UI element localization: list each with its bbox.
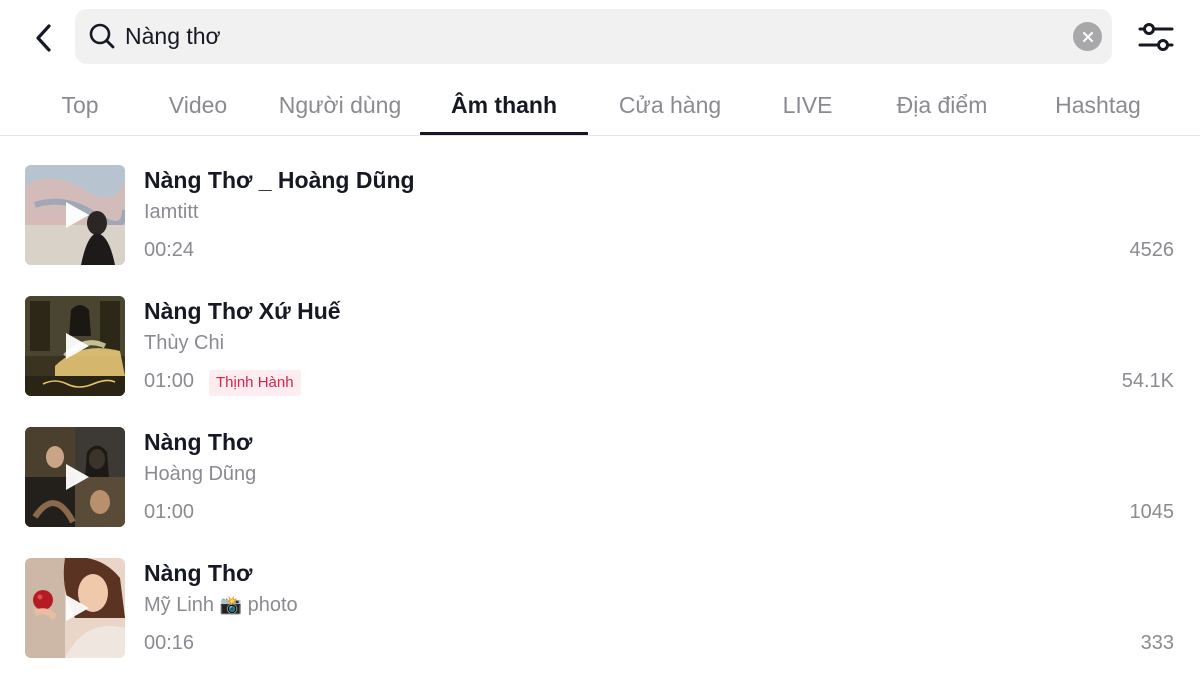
sound-artist: Hoàng Dũng: [144, 463, 257, 485]
play-icon: [66, 595, 89, 621]
sound-duration: 01:00: [144, 370, 195, 392]
active-tab-indicator: [420, 132, 588, 135]
sound-video-count: 54.1K: [1121, 370, 1174, 392]
sound-list-item[interactable]: Nàng Thơ Xứ Huế Thùy Chi 01:00 Thịnh Hàn…: [0, 296, 1200, 406]
clear-x-icon: [1082, 31, 1093, 42]
search-bar[interactable]: Nàng thơ: [75, 9, 1112, 64]
sound-artist-suffix: photo: [247, 594, 298, 616]
search-icon: [89, 23, 115, 49]
sound-duration: 01:00: [144, 501, 195, 523]
sound-artist: Mỹ Linh 📸 photo: [144, 594, 298, 617]
tab-top[interactable]: Top: [40, 78, 120, 136]
sound-duration: 00:16: [144, 632, 195, 654]
chevron-left-icon: [36, 24, 51, 52]
tab-video[interactable]: Video: [150, 78, 246, 136]
play-icon: [66, 464, 89, 490]
sound-video-count: 1045: [1129, 501, 1175, 523]
back-button[interactable]: [22, 16, 66, 60]
play-icon: [66, 333, 89, 359]
sound-title: Nàng Thơ _ Hoàng Dũng: [144, 167, 415, 193]
sound-duration: 00:24: [144, 239, 195, 261]
tab-shop[interactable]: Cửa hàng: [605, 78, 735, 136]
tab-places[interactable]: Địa điểm: [880, 78, 1004, 136]
sound-video-count: 4526: [1129, 239, 1175, 261]
search-input[interactable]: Nàng thơ: [125, 9, 221, 64]
sound-artist: Iamtitt: [144, 201, 199, 223]
sound-list-item[interactable]: Nàng Thơ Mỹ Linh 📸 photo 00:16 333: [0, 558, 1200, 668]
search-category-tabs: Top Video Người dùng Âm thanh Cửa hàng L…: [0, 78, 1200, 136]
sound-cover[interactable]: [25, 296, 125, 396]
sound-artist-name: Mỹ Linh: [144, 594, 215, 616]
trending-badge: Thịnh Hành: [209, 370, 301, 396]
sound-artist: Thùy Chi: [144, 332, 225, 354]
tab-users[interactable]: Người dùng: [265, 78, 415, 136]
tab-live[interactable]: LIVE: [765, 78, 850, 136]
sound-cover[interactable]: [25, 558, 125, 658]
sound-cover[interactable]: [25, 427, 125, 527]
sliders-icon: [1138, 23, 1174, 51]
tab-hashtag[interactable]: Hashtag: [1040, 78, 1156, 136]
sound-video-count: 333: [1140, 632, 1174, 654]
sound-title: Nàng Thơ: [144, 560, 253, 586]
sound-list-item[interactable]: Nàng Thơ Hoàng Dũng 01:00 1045: [0, 427, 1200, 537]
sound-list-item[interactable]: Nàng Thơ _ Hoàng Dũng Iamtitt 00:24 4526: [0, 165, 1200, 275]
play-icon: [66, 202, 89, 228]
tab-sounds[interactable]: Âm thanh: [420, 78, 588, 136]
filter-button[interactable]: [1136, 18, 1176, 56]
sound-title: Nàng Thơ Xứ Huế: [144, 298, 341, 324]
sound-title: Nàng Thơ: [144, 429, 253, 455]
sound-cover[interactable]: [25, 165, 125, 265]
clear-search-button[interactable]: [1073, 22, 1102, 51]
camera-flash-emoji: 📸: [219, 595, 243, 615]
